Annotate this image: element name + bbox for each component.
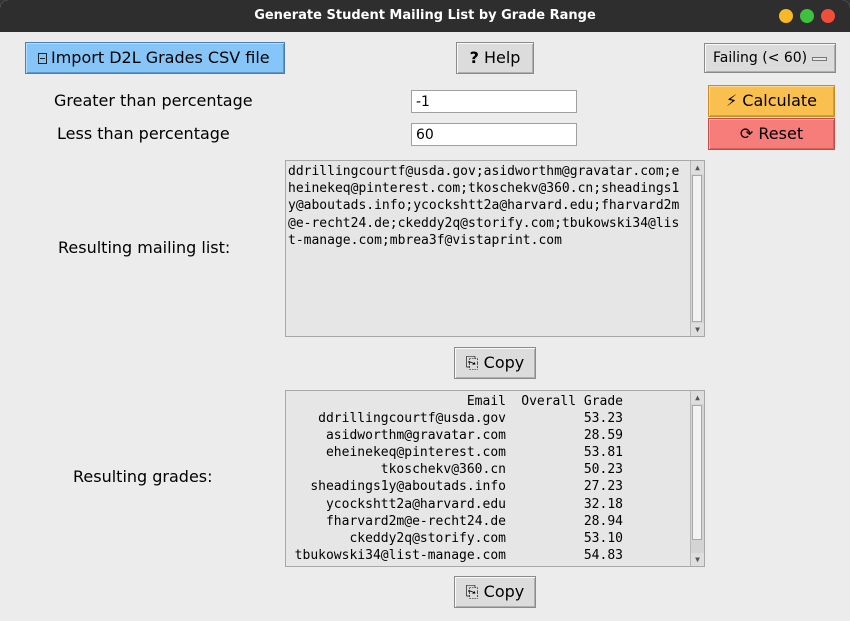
dropdown-indicator-icon — [812, 57, 827, 61]
mailing-list-scrollbar[interactable]: ▲ ▼ — [690, 161, 704, 336]
question-icon: ? — [469, 48, 479, 67]
grades-rows: ddrillingcourtf@usda.gov 53.23 asidworthm@… — [288, 410, 689, 564]
grade-row: tkoschekv@360.cn 50.23 — [288, 461, 689, 478]
grade-row-email: eheinekeq@pinterest.com — [325, 445, 506, 461]
refresh-icon: ⟳ — [739, 124, 754, 143]
grade-row-email: ddrillingcourtf@usda.gov — [318, 411, 506, 427]
copy-label: Copy — [483, 353, 525, 372]
less-than-input[interactable] — [411, 123, 577, 146]
title-bar: Generate Student Mailing List by Grade R… — [0, 0, 850, 32]
minimize-button[interactable] — [779, 9, 793, 23]
copy-icon: ⎘ — [465, 582, 479, 601]
scroll-down-arrow-icon[interactable]: ▼ — [691, 553, 704, 566]
greater-than-label: Greater than percentage — [54, 91, 253, 110]
resulting-grades-label: Resulting grades: — [73, 467, 213, 486]
window-title: Generate Student Mailing List by Grade R… — [254, 8, 596, 23]
copy-label: Copy — [483, 582, 525, 601]
grade-column-header: Overall Grade — [521, 394, 623, 409]
calculate-label: Calculate — [742, 91, 818, 110]
grade-row: fharvard2m@e-recht24.de 28.94 — [288, 513, 689, 530]
import-csv-button[interactable]: Import D2L Grades CSV file — [25, 42, 285, 74]
grade-range-select[interactable]: Failing (< 60) — [704, 43, 836, 73]
grade-row-email: ckeddy2q@storify.com — [349, 530, 506, 546]
grade-row-email: sheadings1y@aboutads.info — [310, 479, 506, 495]
grade-row: sheadings1y@aboutads.info 27.23 — [288, 478, 689, 495]
close-button[interactable] — [821, 9, 835, 23]
copy-icon: ⎘ — [465, 353, 479, 372]
scroll-up-arrow-icon[interactable]: ▲ — [691, 161, 704, 174]
help-label: Help — [483, 48, 521, 67]
grade-row: ycockshtt2a@harvard.edu 32.18 — [288, 496, 689, 513]
grade-row-email: tkoschekv@360.cn — [380, 462, 506, 478]
grade-row: eheinekeq@pinterest.com 53.81 — [288, 444, 689, 461]
copy-grades-button[interactable]: ⎘ Copy — [454, 576, 536, 608]
grade-row: asidworthm@gravatar.com 28.59 — [288, 427, 689, 444]
grades-header-row: Email Overall Grade — [288, 393, 689, 410]
mailing-list-line: @e-recht24.de;ckeddy2q@storify.com;tbuko… — [288, 215, 680, 231]
file-open-icon — [38, 53, 47, 64]
grades-scrollbar[interactable]: ▲ ▼ — [690, 391, 704, 566]
grade-row: ddrillingcourtf@usda.gov 53.23 — [288, 410, 689, 427]
app-window: Generate Student Mailing List by Grade R… — [0, 0, 850, 621]
grade-row-grade: 27.23 — [583, 479, 623, 495]
mailing-list-line: heinekeq@pinterest.com;tkoschekv@360.cn;… — [288, 181, 680, 197]
grade-row-email: fharvard2m@e-recht24.de — [325, 513, 506, 529]
grades-textarea[interactable]: Email Overall Grade ddrillingcourtf@usda… — [285, 390, 705, 567]
grade-row-grade: 28.94 — [583, 513, 623, 529]
reset-label: Reset — [758, 124, 804, 143]
reset-button[interactable]: ⟳ Reset — [708, 118, 835, 150]
scroll-down-arrow-icon[interactable]: ▼ — [691, 323, 704, 336]
grade-row-grade: 53.23 — [583, 411, 623, 427]
grade-range-value: Failing (< 60) — [713, 50, 808, 66]
lightning-icon: ⚡ — [725, 91, 738, 110]
grade-row-grade: 53.10 — [583, 530, 623, 546]
copy-mailing-list-button[interactable]: ⎘ Copy — [454, 347, 536, 379]
email-column-header: Email — [466, 394, 506, 409]
grade-row-grade: 53.81 — [583, 445, 623, 461]
scroll-up-arrow-icon[interactable]: ▲ — [691, 391, 704, 404]
grade-row-email: asidworthm@gravatar.com — [325, 428, 506, 444]
less-than-label: Less than percentage — [57, 124, 230, 143]
grade-row-grade: 50.23 — [583, 462, 623, 478]
mailing-list-line: ddrillingcourtf@usda.gov;asidworthm@grav… — [288, 164, 680, 179]
grade-row-email: ycockshtt2a@harvard.edu — [325, 496, 506, 512]
grade-row-grade: 54.83 — [583, 547, 623, 563]
greater-than-input[interactable] — [411, 90, 577, 113]
grades-table: Email Overall Grade ddrillingcourtf@usda… — [288, 393, 689, 564]
grade-row-grade: 32.18 — [583, 496, 623, 512]
mailing-list-label: Resulting mailing list: — [58, 238, 231, 257]
mailing-list-line: t-manage.com;mbrea3f@vistaprint.com — [288, 232, 562, 248]
scroll-thumb[interactable] — [692, 175, 702, 322]
mailing-list-textarea[interactable]: ddrillingcourtf@usda.gov;asidworthm@grav… — [285, 160, 705, 337]
maximize-button[interactable] — [800, 9, 814, 23]
grade-row-grade: 28.59 — [583, 428, 623, 444]
mailing-list-content: ddrillingcourtf@usda.gov;asidworthm@grav… — [288, 163, 679, 249]
grade-row: tbukowski34@list-manage.com 54.83 — [288, 547, 689, 564]
grade-row-email: tbukowski34@list-manage.com — [294, 547, 506, 563]
import-csv-label: Import D2L Grades CSV file — [51, 48, 270, 67]
scroll-thumb[interactable] — [692, 405, 702, 540]
help-button[interactable]: ? Help — [456, 42, 534, 74]
mailing-list-line: y@aboutads.info;ycockshtt2a@harvard.edu;… — [288, 198, 680, 214]
grade-row: ckeddy2q@storify.com 53.10 — [288, 530, 689, 547]
calculate-button[interactable]: ⚡ Calculate — [708, 85, 835, 117]
